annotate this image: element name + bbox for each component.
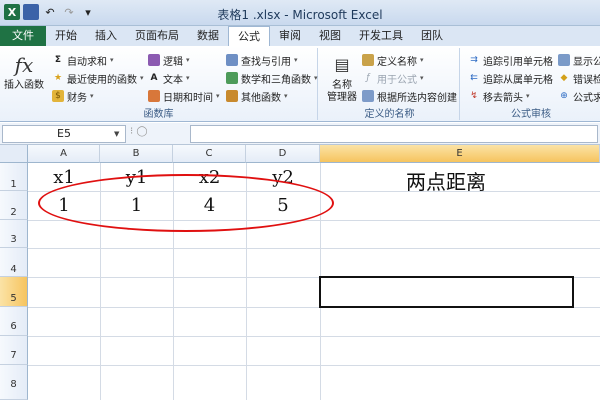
math-button[interactable]: 数学和三角函数 ▾	[226, 70, 318, 86]
cell-e1[interactable]: 两点距离	[320, 166, 572, 195]
chevron-down-icon: ▾	[140, 74, 144, 82]
group-label-function-library: 函数库	[143, 109, 174, 120]
column-header-b[interactable]: B	[100, 145, 173, 163]
tab-review[interactable]: 审阅	[270, 26, 310, 46]
ribbon: fx 插入函数 Σ 自动求和 ▾ ★ 最近使用的函数 ▾ $ 财务 ▾ 逻辑 ▾ A 文…	[0, 46, 600, 122]
formula-bar: E5 ▼ ⁝ ◯	[0, 123, 600, 145]
row-header-4[interactable]: 4	[0, 248, 28, 277]
trace-arrow-icon: ⇉	[470, 55, 478, 65]
ribbon-tabs: 文件 开始 插入 页面布局 数据 公式 审阅 视图 开发工具 团队	[0, 26, 600, 46]
tab-team[interactable]: 团队	[412, 26, 452, 46]
other-functions-button[interactable]: 其他函数 ▾	[226, 88, 288, 104]
calendar-icon	[148, 90, 160, 102]
row-header-5[interactable]: 5	[0, 277, 28, 307]
window-title: 表格1 .xlsx - Microsoft Excel	[217, 8, 383, 22]
trace-precedents-button[interactable]: ⇉ 追踪引用单元格	[468, 52, 553, 68]
gridline	[28, 248, 600, 249]
group-label-formula-auditing: 公式审核	[511, 109, 551, 120]
chevron-down-icon: ▾	[526, 92, 530, 100]
chevron-down-icon: ▾	[294, 56, 298, 64]
chevron-down-icon: ▾	[420, 74, 424, 82]
chevron-down-icon: ▾	[110, 56, 114, 64]
column-header-a[interactable]: A	[28, 145, 100, 163]
tab-insert[interactable]: 插入	[86, 26, 126, 46]
error-check-button[interactable]: ◆ 错误检	[558, 70, 600, 86]
eraser-arrow-icon: ↯	[470, 91, 478, 101]
tab-developer[interactable]: 开发工具	[350, 26, 412, 46]
row-header-3[interactable]: 3	[0, 220, 28, 248]
financial-button[interactable]: $ 财务 ▾	[52, 88, 94, 104]
warning-icon: ◆	[560, 73, 568, 83]
active-cell-e5[interactable]	[319, 276, 574, 308]
tab-page-layout[interactable]: 页面布局	[126, 26, 188, 46]
gridline	[28, 365, 600, 366]
show-formulas-icon	[558, 54, 570, 66]
row-header-6[interactable]: 6	[0, 307, 28, 336]
trace-dependents-button[interactable]: ⇇ 追踪从属单元格	[468, 70, 553, 86]
remove-arrows-button[interactable]: ↯ 移去箭头 ▾	[468, 88, 530, 104]
evaluate-formula-button[interactable]: ⊕ 公式求	[558, 88, 600, 104]
group-function-library: fx 插入函数 Σ 自动求和 ▾ ★ 最近使用的函数 ▾ $ 财务 ▾ 逻辑 ▾ A 文…	[0, 48, 318, 120]
recent-functions-button[interactable]: ★ 最近使用的函数 ▾	[52, 70, 144, 86]
row-header-2[interactable]: 2	[0, 191, 28, 220]
use-in-formula-button[interactable]: ƒ 用于公式 ▾	[362, 70, 424, 86]
name-box[interactable]: E5	[2, 125, 126, 143]
chevron-down-icon: ▾	[90, 92, 94, 100]
name-manager-icon: ▤	[334, 55, 350, 74]
math-icon	[226, 72, 238, 84]
tab-data[interactable]: 数据	[188, 26, 228, 46]
formula-icon: ƒ	[366, 73, 370, 83]
datetime-button[interactable]: 日期和时间 ▾	[148, 88, 220, 104]
magnifier-icon	[226, 54, 238, 66]
tab-home[interactable]: 开始	[46, 26, 86, 46]
chevron-down-icon: ▾	[420, 56, 424, 64]
tab-file[interactable]: 文件	[0, 26, 46, 46]
group-defined-names: ▤ 名称 管理器 定义名称 ▾ ƒ 用于公式 ▾ 根据所选内容创建 定义的名称	[320, 48, 460, 120]
show-formulas-button[interactable]: 显示公	[558, 52, 600, 68]
insert-function-button[interactable]: fx 插入函数	[2, 52, 46, 92]
logical-button[interactable]: 逻辑 ▾	[148, 52, 190, 68]
formula-buttons-icon[interactable]: ⁝ ◯	[130, 126, 148, 137]
gridline	[28, 336, 600, 337]
chevron-down-icon: ▾	[216, 92, 220, 100]
row-header-7[interactable]: 7	[0, 336, 28, 365]
fx-icon: fx	[14, 53, 34, 77]
group-label-defined-names: 定义的名称	[364, 109, 415, 120]
autosum-button[interactable]: Σ 自动求和 ▾	[52, 52, 114, 68]
row-header-8[interactable]: 8	[0, 365, 28, 400]
star-icon: ★	[53, 73, 63, 83]
create-from-selection-button[interactable]: 根据所选内容创建	[362, 88, 457, 104]
chevron-down-icon[interactable]: ▼	[114, 130, 119, 138]
chevron-down-icon: ▾	[284, 92, 288, 100]
trace-arrow-icon: ⇇	[470, 73, 478, 83]
formula-input[interactable]	[190, 125, 598, 143]
chevron-down-icon: ▾	[186, 56, 190, 64]
grid-icon	[362, 90, 374, 102]
lookup-button[interactable]: 查找与引用 ▾	[226, 52, 298, 68]
insert-function-label: 插入函数	[4, 80, 44, 91]
column-header-d[interactable]: D	[246, 145, 320, 163]
column-header-c[interactable]: C	[173, 145, 246, 163]
chevron-down-icon: ▾	[314, 74, 318, 82]
tag-icon	[362, 54, 374, 66]
chevron-down-icon: ▾	[186, 74, 190, 82]
column-header-e[interactable]: E	[320, 145, 600, 163]
annotation-ellipse	[38, 174, 334, 232]
text-icon: A	[150, 73, 158, 83]
title-bar: X ↶ ↷ ▾ 表格1 .xlsx - Microsoft Excel	[0, 0, 600, 26]
row-header-1[interactable]: 1	[0, 163, 28, 191]
group-formula-auditing: ⇉ 追踪引用单元格 ⇇ 追踪从属单元格 ↯ 移去箭头 ▾ 显示公 ◆ 错误检 ⊕ …	[462, 48, 600, 120]
sigma-icon: Σ	[54, 55, 62, 65]
evaluate-icon: ⊕	[560, 91, 568, 101]
name-manager-button[interactable]: ▤ 名称 管理器	[324, 52, 360, 104]
tab-view[interactable]: 视图	[310, 26, 350, 46]
text-button[interactable]: A 文本 ▾	[148, 70, 190, 86]
book-icon	[148, 54, 160, 66]
select-all-corner[interactable]	[0, 145, 28, 163]
coins-icon: $	[52, 90, 64, 102]
define-name-button[interactable]: 定义名称 ▾	[362, 52, 424, 68]
books-icon	[226, 90, 238, 102]
tab-formulas[interactable]: 公式	[228, 26, 270, 46]
